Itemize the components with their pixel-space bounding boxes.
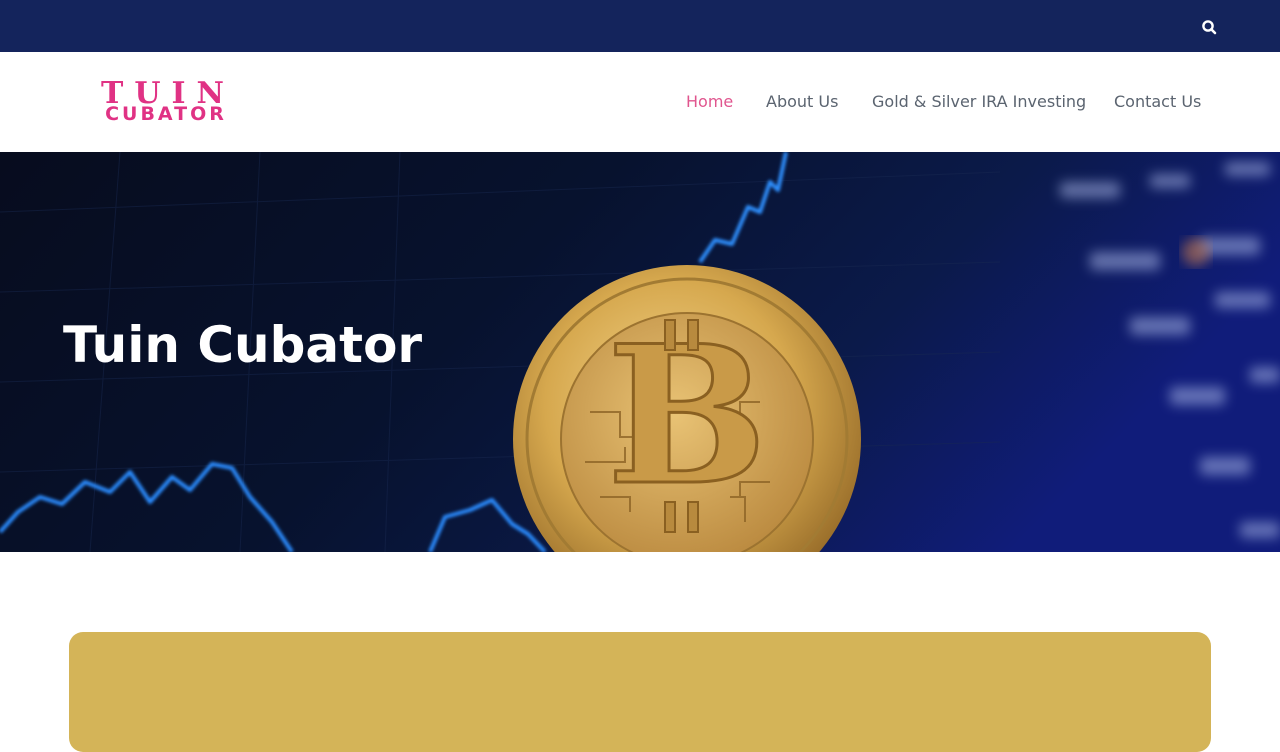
site-logo[interactable]: TUIN CUBATOR (64, 79, 264, 127)
nav-gold-silver-ira[interactable]: Gold & Silver IRA Investing (872, 89, 1086, 115)
search-button[interactable] (1199, 17, 1219, 37)
nav-about-us[interactable]: About Us (766, 89, 838, 115)
hero-title: Tuin Cubator (63, 316, 423, 374)
nav-contact-us[interactable]: Contact Us (1114, 89, 1201, 115)
logo-text-bottom: CUBATOR (105, 103, 227, 125)
content-card (69, 632, 1211, 752)
search-icon (1202, 20, 1217, 35)
top-bar (0, 0, 1280, 52)
hero-banner: B Tuin Cubator (0, 152, 1280, 552)
site-header: TUIN CUBATOR Home About Us Gold & Silver… (0, 52, 1280, 152)
nav-home[interactable]: Home (686, 89, 733, 115)
